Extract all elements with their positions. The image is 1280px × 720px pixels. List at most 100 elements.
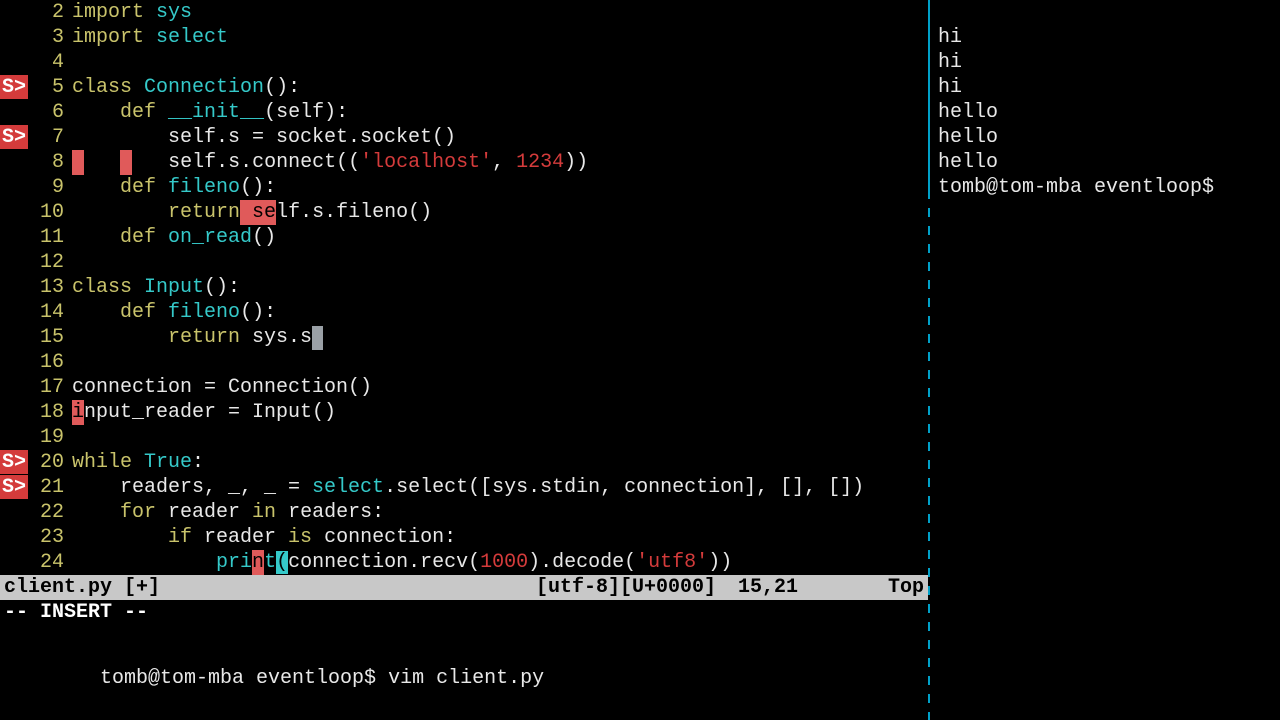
code-line[interactable]: 15 return sys.s <box>0 325 928 350</box>
code-line[interactable]: 10 return self.s.fileno() <box>0 200 928 225</box>
code-line[interactable]: 8 self.s.connect(('localhost', 1234)) <box>0 150 928 175</box>
bottom-shell-pane[interactable]: tomb@tom-mba eventloop$ vim client.py to… <box>0 637 928 720</box>
code-content[interactable]: readers, _, _ = select.select([sys.stdin… <box>72 475 864 500</box>
left-pane-vim[interactable]: 2import sys3import select4S>5class Conne… <box>0 0 928 720</box>
code-content[interactable]: input_reader = Input() <box>72 400 336 425</box>
gutter-sign <box>0 500 28 525</box>
status-encoding: [utf-8][U+0000] <box>536 575 716 600</box>
code-line[interactable]: 24 print(connection.recv(1000).decode('u… <box>0 550 928 575</box>
code-content[interactable]: connection = Connection() <box>72 375 372 400</box>
code-content[interactable]: for reader in readers: <box>72 500 384 525</box>
gutter-sign <box>0 550 28 575</box>
gutter-sign: S> <box>0 75 28 100</box>
code-line[interactable]: 13 class Input(): <box>0 275 928 300</box>
matchparen-icon: ( <box>276 551 288 574</box>
gutter-sign <box>0 250 28 275</box>
code-content[interactable]: def fileno(): <box>72 300 276 325</box>
line-number: 23 <box>28 525 64 550</box>
terminal-output-line: hi <box>938 25 1280 50</box>
code-content[interactable]: def on_read() <box>72 225 276 250</box>
code-line[interactable]: 22 for reader in readers: <box>0 500 928 525</box>
code-content[interactable]: return sys.s <box>72 325 323 350</box>
gutter-sign <box>0 225 28 250</box>
line-number: 20 <box>28 450 64 475</box>
right-pane-shell[interactable]: hihihihellohellohellotomb@tom-mba eventl… <box>928 0 1280 720</box>
code-line[interactable]: 9 def fileno(): <box>0 175 928 200</box>
line-number: 7 <box>28 125 64 150</box>
code-line[interactable]: 18 input_reader = Input() <box>0 400 928 425</box>
code-content[interactable]: class Input(): <box>72 275 240 300</box>
code-line[interactable]: S>21 readers, _, _ = select.select([sys.… <box>0 475 928 500</box>
code-content[interactable]: self.s.connect(('localhost', 1234)) <box>72 150 588 175</box>
code-line[interactable]: S>5 class Connection(): <box>0 75 928 100</box>
code-line[interactable]: 19 <box>0 425 928 450</box>
code-content[interactable]: import sys <box>72 0 192 25</box>
code-line[interactable]: 23 if reader is connection: <box>0 525 928 550</box>
terminal-output-line: tomb@tom-mba eventloop$ <box>938 175 1280 200</box>
code-content[interactable]: def fileno(): <box>72 175 276 200</box>
gutter-sign <box>0 325 28 350</box>
code-content[interactable]: def __init__(self): <box>72 100 348 125</box>
code-line[interactable]: 4 <box>0 50 928 75</box>
line-number: 18 <box>28 400 64 425</box>
line-number: 24 <box>28 550 64 575</box>
gutter-sign <box>0 175 28 200</box>
code-line[interactable]: S>20while True: <box>0 450 928 475</box>
code-content[interactable]: class Connection(): <box>72 75 300 100</box>
code-content[interactable]: return self.s.fileno() <box>72 200 432 225</box>
code-content[interactable]: if reader is connection: <box>72 525 456 550</box>
gutter-sign <box>0 525 28 550</box>
gutter-sign <box>0 200 28 225</box>
gutter-sign <box>0 50 28 75</box>
code-line[interactable]: 11 def on_read() <box>0 225 928 250</box>
code-content[interactable]: self.s = socket.socket() <box>72 125 456 150</box>
code-line[interactable]: 17connection = Connection() <box>0 375 928 400</box>
code-line[interactable]: 16 <box>0 350 928 375</box>
code-line[interactable]: 12 <box>0 250 928 275</box>
line-number: 11 <box>28 225 64 250</box>
code-line[interactable]: S>7 self.s = socket.socket() <box>0 125 928 150</box>
code-line[interactable]: 14 def fileno(): <box>0 300 928 325</box>
gutter-sign <box>0 400 28 425</box>
error-marker-icon: se <box>252 200 276 225</box>
line-number: 10 <box>28 200 64 225</box>
vim-mode: -- INSERT -- <box>0 600 928 625</box>
shell-line: tomb@tom-mba eventloop$ vim client.py <box>4 641 924 716</box>
tmux-vertical-split[interactable] <box>928 0 930 720</box>
error-marker-icon <box>72 150 84 175</box>
error-marker-icon <box>120 150 132 175</box>
line-number: 12 <box>28 250 64 275</box>
line-number: 21 <box>28 475 64 500</box>
gutter-sign <box>0 300 28 325</box>
gutter-sign <box>0 25 28 50</box>
terminal-output-line: hello <box>938 100 1280 125</box>
error-marker-icon <box>240 200 252 225</box>
gutter-sign <box>0 375 28 400</box>
tmux-screen: 2import sys3import select4S>5class Conne… <box>0 0 1280 720</box>
code-content[interactable]: while True: <box>72 450 204 475</box>
gutter-sign <box>0 100 28 125</box>
status-position: 15,21 <box>738 575 798 600</box>
status-scroll: Top <box>888 575 924 600</box>
shell-prompt: tomb@tom-mba eventloop$ <box>100 667 388 690</box>
shell-line: tomb@tom-mba eventloop$ <box>4 716 924 720</box>
gutter-sign <box>0 425 28 450</box>
terminal-output-line: hi <box>938 50 1280 75</box>
line-number: 13 <box>28 275 64 300</box>
vim-editor[interactable]: 2import sys3import select4S>5class Conne… <box>0 0 928 575</box>
gutter-sign <box>0 150 28 175</box>
gutter-sign <box>0 275 28 300</box>
line-number: 5 <box>28 75 64 100</box>
code-line[interactable]: 6 def __init__(self): <box>0 100 928 125</box>
code-line[interactable]: 3 import select <box>0 25 928 50</box>
code-content[interactable]: import select <box>72 25 228 50</box>
code-content[interactable]: print(connection.recv(1000).decode('utf8… <box>72 550 732 575</box>
gutter-sign <box>0 0 28 25</box>
gutter-sign: S> <box>0 125 28 150</box>
terminal-output-line: hello <box>938 150 1280 175</box>
text-cursor <box>312 326 323 350</box>
code-line[interactable]: 2import sys <box>0 0 928 25</box>
line-number: 3 <box>28 25 64 50</box>
gutter-sign <box>0 350 28 375</box>
status-filename: client.py [+] <box>4 575 160 600</box>
